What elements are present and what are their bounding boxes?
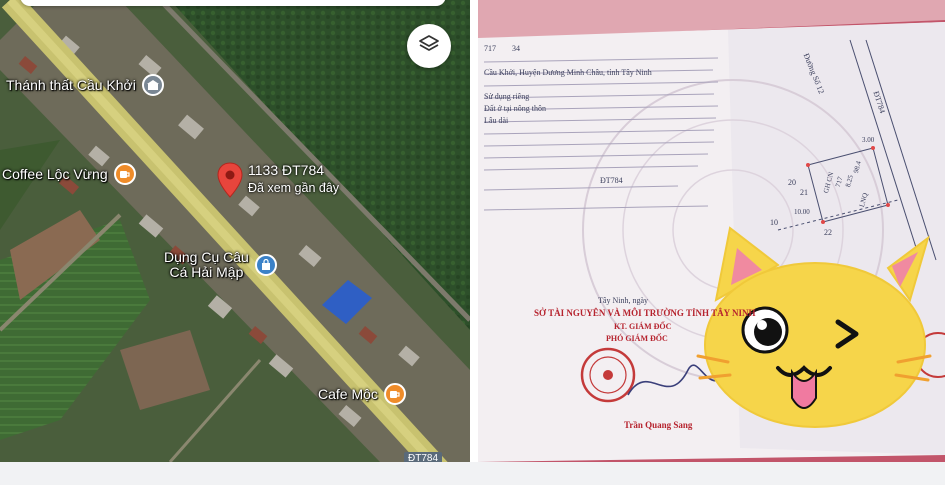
doc-date: Tây Ninh, ngày [598, 296, 648, 305]
plot-neighbor-22: 22 [824, 228, 832, 237]
doc-address: Cầu Khởi, Huyện Dương Minh Châu, tỉnh Tâ… [484, 68, 652, 77]
map-view[interactable]: Thánh thất Cầu Khởi Coffee Lộc Vừng Dụng… [0, 0, 470, 462]
poi-label: Coffee Lộc Vừng [2, 165, 108, 182]
doc-kt-director: KT. GIÁM ĐỐC [614, 322, 672, 331]
plot-neighbor-21: 21 [800, 188, 808, 197]
map-pin-icon [217, 162, 243, 202]
layers-button[interactable] [407, 24, 451, 68]
poi-label: Thánh thất Cầu Khởi [6, 76, 136, 93]
poi-label: Dụng Cụ Câu Cá Hải Mập [164, 249, 249, 280]
plot-dimension-10-00: 10.00 [794, 208, 810, 216]
temple-icon [141, 74, 164, 96]
layers-icon [418, 33, 440, 60]
poi-thanh-that-cau-khoi[interactable]: Thánh thất Cầu Khởi [6, 74, 164, 96]
poi-dung-cu-cau-ca-hai-map[interactable]: Dụng Cụ Câu Cá Hải Mập [164, 250, 277, 280]
doc-parcel-number: 717 34 [484, 44, 520, 53]
panel-divider [470, 0, 478, 462]
coffee-cup-icon [383, 383, 406, 405]
bottom-strip [0, 462, 945, 485]
doc-land-purpose: Đất ở tại nông thôn [484, 104, 546, 113]
land-certificate-photo[interactable]: 717 34 Cầu Khởi, Huyện Dương Minh Châu, … [478, 0, 945, 462]
poi-cafe-moc[interactable]: Cafe Mộc [318, 383, 406, 405]
pin-recently-viewed: Đã xem gần đây [248, 181, 340, 195]
coffee-cup-icon [113, 163, 136, 185]
doc-issuer: SỞ TÀI NGUYÊN VÀ MÔI TRƯỜNG TỈNH TÂY NIN… [534, 308, 756, 318]
shopping-bag-icon [254, 254, 277, 276]
pin-label[interactable]: 1133 ĐT784 Đã xem gần đây [248, 162, 339, 195]
doc-deputy-director: PHÓ GIÁM ĐỐC [606, 334, 668, 343]
search-bar[interactable] [20, 0, 446, 6]
map-pin[interactable] [217, 162, 243, 203]
plot-dimension-3-00: 3.00 [862, 136, 875, 144]
road-shield: ĐT784 [404, 452, 443, 462]
doc-usage-form: Sử dụng riêng [484, 92, 530, 101]
plot-neighbor-20: 20 [788, 178, 796, 187]
poi-coffee-loc-vung[interactable]: Coffee Lộc Vừng [2, 163, 136, 185]
doc-signer-name: Trần Quang Sang [624, 420, 693, 430]
plot-dimension-10: 10 [770, 218, 778, 227]
pin-address: 1133 ĐT784 [248, 162, 325, 178]
doc-road-ref: ĐT784 [600, 176, 623, 185]
poi-label: Cafe Mộc [318, 385, 378, 402]
doc-usage-term: Lâu dài [484, 116, 509, 125]
